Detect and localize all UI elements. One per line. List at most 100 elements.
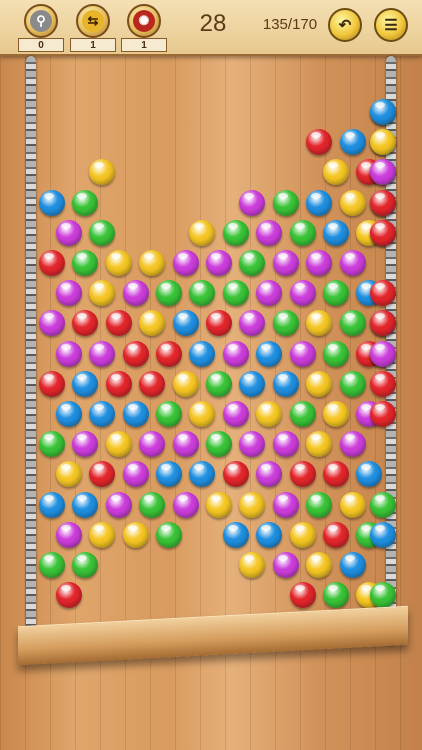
red-ball[interactable]: [105, 370, 132, 397]
blue-ball[interactable]: [272, 370, 299, 397]
yellow-ball[interactable]: [189, 401, 216, 427]
magenta-ball[interactable]: [256, 219, 283, 246]
green-ball[interactable]: [222, 219, 249, 246]
blue-ball[interactable]: [339, 129, 366, 156]
magenta-ball[interactable]: [272, 250, 299, 276]
blue-ball[interactable]: [155, 461, 182, 488]
green-ball[interactable]: [272, 189, 299, 216]
green-ball[interactable]: [72, 552, 99, 578]
yellow-ball[interactable]: [105, 250, 132, 276]
yellow-ball[interactable]: [239, 552, 266, 578]
magenta-ball[interactable]: [89, 340, 116, 367]
menu-button[interactable]: ☰: [374, 8, 408, 42]
red-ball[interactable]: [289, 582, 316, 609]
green-ball[interactable]: [322, 340, 349, 367]
red-ball[interactable]: [39, 250, 65, 276]
yellow-ball[interactable]: [89, 159, 116, 186]
red-ball[interactable]: [370, 219, 396, 246]
red-ball[interactable]: [322, 521, 349, 548]
yellow-ball[interactable]: [322, 401, 349, 427]
green-ball[interactable]: [306, 491, 333, 518]
magenta-ball[interactable]: [370, 340, 396, 367]
yellow-ball[interactable]: [189, 219, 216, 246]
blue-ball[interactable]: [322, 219, 349, 246]
yellow-ball[interactable]: [89, 521, 116, 548]
green-ball[interactable]: [322, 280, 349, 307]
yellow-ball[interactable]: [306, 431, 333, 458]
magenta-ball[interactable]: [289, 340, 316, 367]
yellow-ball[interactable]: [339, 491, 366, 518]
yellow-ball[interactable]: [289, 521, 316, 548]
yellow-ball[interactable]: [139, 250, 166, 276]
yellow-ball[interactable]: [370, 129, 396, 156]
yellow-ball[interactable]: [55, 461, 82, 488]
magenta-ball[interactable]: [72, 431, 99, 458]
yellow-ball[interactable]: [89, 280, 116, 307]
red-ball[interactable]: [55, 582, 82, 609]
red-ball[interactable]: [306, 129, 333, 156]
red-ball[interactable]: [289, 461, 316, 488]
yellow-ball[interactable]: [122, 521, 149, 548]
blue-ball[interactable]: [72, 491, 99, 518]
red-ball[interactable]: [206, 310, 232, 337]
magenta-ball[interactable]: [272, 491, 299, 518]
blue-ball[interactable]: [339, 552, 366, 578]
blue-ball[interactable]: [172, 310, 199, 337]
yellow-ball[interactable]: [256, 401, 283, 427]
green-ball[interactable]: [289, 401, 316, 427]
magenta-ball[interactable]: [206, 250, 232, 276]
magenta-ball[interactable]: [222, 401, 249, 427]
red-ball[interactable]: [370, 401, 396, 427]
magenta-ball[interactable]: [55, 521, 82, 548]
magenta-ball[interactable]: [105, 491, 132, 518]
red-ball[interactable]: [322, 461, 349, 488]
blue-ball[interactable]: [256, 340, 283, 367]
blue-ball[interactable]: [256, 521, 283, 548]
magenta-ball[interactable]: [306, 250, 333, 276]
blue-ball[interactable]: [89, 401, 116, 427]
yellow-ball[interactable]: [139, 310, 166, 337]
yellow-ball[interactable]: [306, 370, 333, 397]
yellow-ball[interactable]: [306, 552, 333, 578]
magenta-ball[interactable]: [172, 491, 199, 518]
bomb-powerup-button[interactable]: ✺: [127, 4, 161, 38]
green-ball[interactable]: [72, 250, 99, 276]
green-ball[interactable]: [189, 280, 216, 307]
green-ball[interactable]: [222, 280, 249, 307]
green-ball[interactable]: [370, 582, 396, 609]
magenta-ball[interactable]: [55, 280, 82, 307]
blue-ball[interactable]: [122, 401, 149, 427]
blue-ball[interactable]: [189, 461, 216, 488]
swap-powerup-button[interactable]: ⇆: [76, 4, 110, 38]
undo-button[interactable]: ↶: [328, 8, 362, 42]
red-ball[interactable]: [39, 370, 65, 397]
magenta-ball[interactable]: [55, 340, 82, 367]
pin-powerup-button[interactable]: ⚲: [24, 4, 58, 38]
red-ball[interactable]: [370, 280, 396, 307]
green-ball[interactable]: [139, 491, 166, 518]
green-ball[interactable]: [272, 310, 299, 337]
red-ball[interactable]: [155, 340, 182, 367]
magenta-ball[interactable]: [222, 340, 249, 367]
green-ball[interactable]: [89, 219, 116, 246]
yellow-ball[interactable]: [239, 491, 266, 518]
blue-ball[interactable]: [39, 491, 65, 518]
magenta-ball[interactable]: [172, 250, 199, 276]
blue-ball[interactable]: [72, 370, 99, 397]
red-ball[interactable]: [370, 370, 396, 397]
magenta-ball[interactable]: [256, 461, 283, 488]
red-ball[interactable]: [139, 370, 166, 397]
yellow-ball[interactable]: [339, 189, 366, 216]
blue-ball[interactable]: [370, 99, 396, 125]
blue-ball[interactable]: [356, 461, 383, 488]
blue-ball[interactable]: [370, 521, 396, 548]
magenta-ball[interactable]: [122, 461, 149, 488]
magenta-ball[interactable]: [239, 189, 266, 216]
red-ball[interactable]: [72, 310, 99, 337]
magenta-ball[interactable]: [339, 250, 366, 276]
green-ball[interactable]: [206, 431, 232, 458]
green-ball[interactable]: [155, 521, 182, 548]
green-ball[interactable]: [155, 280, 182, 307]
blue-ball[interactable]: [189, 340, 216, 367]
green-ball[interactable]: [339, 370, 366, 397]
